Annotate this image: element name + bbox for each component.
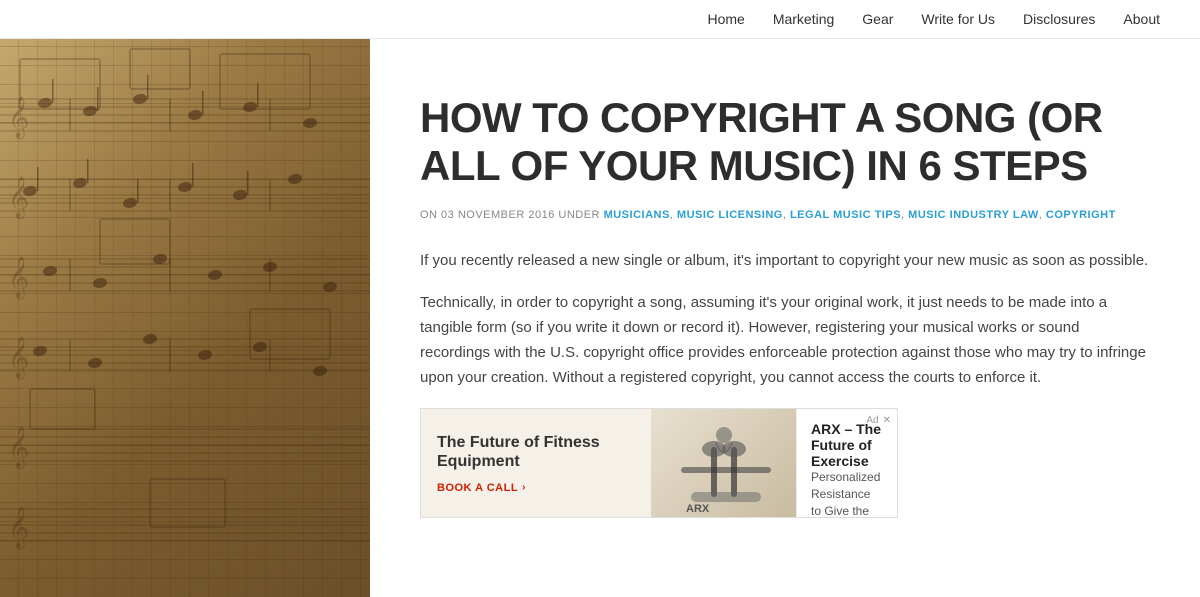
hero-background: 𝄞 𝄞 𝄞 𝄞 𝄞 𝄞	[0, 39, 370, 597]
article-body: If you recently released a new single or…	[420, 249, 1150, 391]
ad-label-button[interactable]: Ad	[866, 415, 878, 426]
nav-gear[interactable]: Gear	[862, 11, 893, 27]
ad-controls: Ad ✕	[866, 415, 891, 426]
article-title: HOW TO COPYRIGHT A SONG (OR ALL OF YOUR …	[420, 94, 1150, 191]
svg-text:ARX: ARX	[686, 503, 710, 515]
svg-text:𝄞: 𝄞	[8, 256, 29, 299]
svg-text:𝄞: 𝄞	[8, 176, 29, 219]
svg-text:𝄞: 𝄞	[8, 426, 29, 469]
nav-disclosures[interactable]: Disclosures	[1023, 11, 1095, 27]
tag-copyright[interactable]: COPYRIGHT	[1046, 209, 1116, 221]
ad-left-panel: The Future of Fitness Equipment BOOK A C…	[421, 409, 651, 517]
advertisement: The Future of Fitness Equipment BOOK A C…	[420, 408, 898, 518]
ad-right-title: ARX – The Future of Exercise	[811, 421, 883, 469]
paragraph-2: Technically, in order to copyright a son…	[420, 291, 1150, 390]
ad-left-title: The Future of Fitness Equipment	[437, 433, 635, 471]
ad-right-description: Personalized Resistance to Give the Idea…	[811, 469, 883, 518]
hero-image-panel: 𝄞 𝄞 𝄞 𝄞 𝄞 𝄞	[0, 39, 370, 597]
page-layout: 𝄞 𝄞 𝄞 𝄞 𝄞 𝄞 HOW TO COPYRIGHT A SONG (OR …	[0, 39, 1200, 597]
article-meta: ON 03 NOVEMBER 2016 UNDER MUSICIANS, MUS…	[420, 209, 1150, 221]
article-date-prefix: ON 03 NOVEMBER 2016 UNDER	[420, 209, 600, 221]
nav-marketing[interactable]: Marketing	[773, 11, 834, 27]
article-content: HOW TO COPYRIGHT A SONG (OR ALL OF YOUR …	[370, 39, 1200, 597]
nav-write-for-us[interactable]: Write for Us	[921, 11, 995, 27]
svg-text:𝄞: 𝄞	[8, 506, 29, 549]
tag-musicians[interactable]: MUSICIANS	[604, 209, 670, 221]
ad-cta-arrow: ›	[522, 482, 526, 493]
tag-music-licensing[interactable]: MUSIC LICENSING	[677, 209, 783, 221]
ad-image-area: ARX	[651, 409, 796, 517]
nav-about[interactable]: About	[1123, 11, 1160, 27]
tag-music-industry-law[interactable]: MUSIC INDUSTRY LAW	[908, 209, 1039, 221]
svg-text:𝄞: 𝄞	[8, 336, 29, 379]
paragraph-1: If you recently released a new single or…	[420, 249, 1150, 274]
main-nav: Home Marketing Gear Write for Us Disclos…	[0, 0, 1200, 39]
ad-cta-button[interactable]: BOOK A CALL ›	[437, 482, 635, 494]
nav-home[interactable]: Home	[707, 11, 744, 27]
ad-close-button[interactable]: ✕	[883, 415, 891, 426]
tag-legal-music-tips[interactable]: LEGAL MUSIC TIPS	[790, 209, 901, 221]
svg-text:𝄞: 𝄞	[8, 96, 29, 139]
